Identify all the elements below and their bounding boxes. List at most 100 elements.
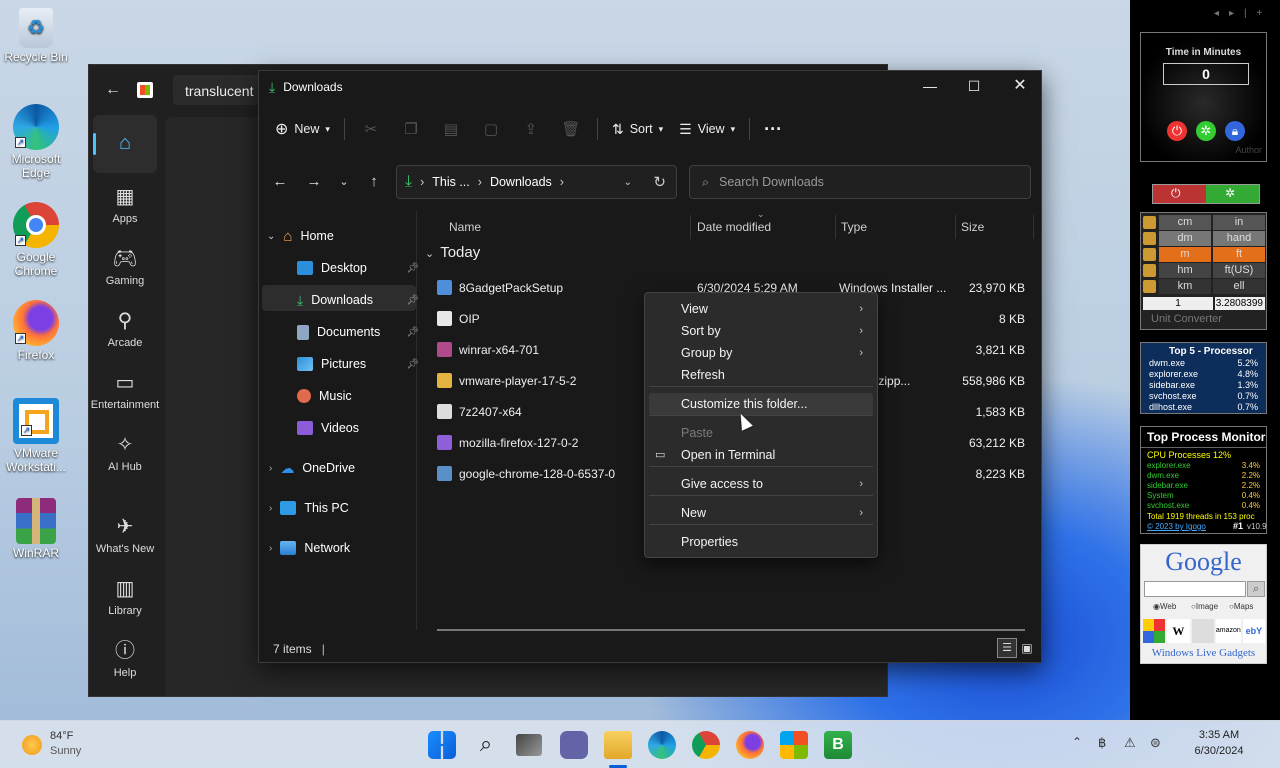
power-icon[interactable]: ⏻ xyxy=(1167,121,1187,141)
column-header-size[interactable]: Size xyxy=(961,215,984,239)
top-process-monitor-gadget[interactable]: Top Process Monitor CPU Processes 12% ex… xyxy=(1140,426,1267,534)
tray-app-icon[interactable]: ฿ xyxy=(1098,735,1106,751)
close-button[interactable]: ✕ xyxy=(997,71,1043,103)
menu-item-group-by[interactable]: Group by › xyxy=(649,342,873,364)
chrome-icon[interactable] xyxy=(692,731,720,759)
desktop-icon-recycle-bin[interactable]: ♻ Recycle Bin xyxy=(4,8,68,64)
converter-unit-from[interactable]: cm xyxy=(1159,215,1211,230)
sort-button[interactable]: ⇅ Sort ▾ xyxy=(604,113,671,145)
meet-icon[interactable] xyxy=(560,731,588,759)
sidebar-item-music[interactable]: Music xyxy=(297,383,352,409)
tray-chevron-icon[interactable]: ⌃ xyxy=(1072,735,1082,749)
sidebar-item-home[interactable]: ⌄ ⌂ Home xyxy=(267,223,334,249)
sidebar-item-network[interactable]: › Network xyxy=(269,535,350,561)
power-bar-gadget[interactable]: ⏻ ✲ xyxy=(1152,184,1260,204)
weather-temp[interactable]: 84°F xyxy=(50,730,73,742)
converter-output[interactable]: 3.2808399 xyxy=(1215,297,1265,310)
task-view-icon[interactable] xyxy=(516,734,542,756)
store-icon[interactable] xyxy=(780,731,808,759)
tray-notify-icon[interactable]: ⚠ xyxy=(1124,735,1136,751)
desktop-icon-vmware[interactable]: ↗ VMware Workstati... xyxy=(4,398,68,474)
converter-unit-to[interactable]: in xyxy=(1213,215,1265,230)
sidebar-item-documents[interactable]: Documents 📌︎ xyxy=(297,319,419,345)
address-bar[interactable]: ⤓ › This ... › Downloads › ⌄ ↻ xyxy=(396,165,677,199)
sidebar-item-pictures[interactable]: Pictures 📌︎ xyxy=(297,351,419,377)
restart-icon[interactable]: ✲ xyxy=(1196,121,1216,141)
google-search-gadget[interactable]: Google ⌕ ◉Web ○Image ○Maps W amazon ebY … xyxy=(1140,544,1267,664)
google-search-input[interactable] xyxy=(1144,581,1246,597)
desktop-icon-winrar[interactable]: WinRAR xyxy=(4,498,68,560)
sidebar-item-videos[interactable]: Videos xyxy=(297,415,359,441)
rail-item-whats-new[interactable]: ✈ What's New xyxy=(89,515,161,555)
converter-unit-from[interactable]: m xyxy=(1159,247,1211,262)
google-option-image[interactable]: ○Image xyxy=(1191,602,1218,611)
maximize-button[interactable]: ☐ xyxy=(951,71,997,103)
rail-item-home[interactable]: ⌂ xyxy=(93,115,157,173)
copy-icon[interactable]: ❐ xyxy=(391,113,431,145)
column-header-name[interactable]: Name xyxy=(449,215,481,239)
address-dropdown-icon[interactable]: ⌄ xyxy=(624,177,632,188)
clock-time[interactable]: 3:35 AM xyxy=(1184,729,1254,741)
recent-chevron-icon[interactable]: ⌄ xyxy=(333,171,355,193)
back-arrow-icon[interactable]: ← xyxy=(269,171,291,193)
menu-item-paste[interactable]: Paste xyxy=(649,422,873,444)
menu-item-sort-by[interactable]: Sort by › xyxy=(649,320,873,342)
weather-condition[interactable]: Sunny xyxy=(50,745,81,757)
store-search-box[interactable]: translucent xyxy=(173,75,263,105)
share-icon[interactable]: ⇪ xyxy=(511,113,551,145)
desktop-icon-firefox[interactable]: ↗ Firefox xyxy=(4,300,68,362)
rail-item-arcade[interactable]: ⚲ Arcade xyxy=(89,309,161,349)
desktop-icon-edge[interactable]: ↗ Microsoft Edge xyxy=(4,104,68,180)
tpm-credit-link[interactable]: © 2023 by Igogo xyxy=(1147,522,1206,531)
youtube-icon[interactable] xyxy=(1191,619,1214,643)
paste-icon[interactable]: ▤ xyxy=(431,113,471,145)
menu-item-open-in-terminal[interactable]: ▭ Open in Terminal xyxy=(649,444,873,466)
group-header-today[interactable]: ⌄ Today xyxy=(425,244,480,261)
menu-item-view[interactable]: View › xyxy=(649,298,873,320)
rail-item-help[interactable]: ⓘ Help xyxy=(89,639,161,679)
sun-icon[interactable] xyxy=(22,735,42,755)
converter-unit-from[interactable]: hm xyxy=(1159,263,1211,278)
converter-unit-from[interactable]: dm xyxy=(1159,231,1211,246)
breadcrumb-this-pc[interactable]: This ... xyxy=(432,175,470,189)
details-view-icon[interactable]: ☰ xyxy=(997,638,1017,658)
breadcrumb-downloads[interactable]: Downloads xyxy=(490,175,552,189)
rail-item-apps[interactable]: ▦ Apps xyxy=(89,185,161,225)
ebay-icon[interactable]: ebY xyxy=(1242,619,1266,643)
menu-item-refresh[interactable]: Refresh xyxy=(649,364,873,386)
new-button[interactable]: ⊕ New ▾ xyxy=(267,113,338,145)
google-option-maps[interactable]: ○Maps xyxy=(1229,602,1253,611)
desktop-icon-chrome[interactable]: ↗ Google Chrome xyxy=(4,202,68,278)
google-option-web[interactable]: ◉Web xyxy=(1153,602,1176,611)
unit-category-icon[interactable] xyxy=(1143,280,1156,293)
search-icon[interactable]: ⌕ xyxy=(472,731,500,759)
refresh-icon[interactable]: ↻ xyxy=(653,173,666,191)
timer-gadget[interactable]: Time in Minutes 0 ⏻ ✲ 🔒︎ Author xyxy=(1140,32,1267,162)
minimize-button[interactable]: — xyxy=(907,71,953,103)
converter-unit-to[interactable]: ell xyxy=(1213,279,1265,294)
unit-category-icon[interactable] xyxy=(1143,216,1156,229)
column-header-type[interactable]: Type xyxy=(841,215,867,239)
cut-icon[interactable]: ✂ xyxy=(351,113,391,145)
menu-item-customize-this-folder[interactable]: Customize this folder... xyxy=(649,393,873,415)
sidebar-nav[interactable]: ◂▸|+ xyxy=(1214,8,1272,19)
power-icon[interactable]: ⏻ xyxy=(1171,186,1181,201)
forward-arrow-icon[interactable]: → xyxy=(303,171,325,193)
google-footer-link[interactable]: Windows Live Gadgets xyxy=(1141,647,1266,659)
lock-icon[interactable]: 🔒︎ xyxy=(1225,121,1245,141)
unit-category-icon[interactable] xyxy=(1143,264,1156,277)
menu-item-new[interactable]: New › xyxy=(649,502,873,524)
tiles-view-icon[interactable]: ▣ xyxy=(1017,638,1037,658)
search-input[interactable]: ⌕ Search Downloads xyxy=(689,165,1031,199)
sidebar-item-downloads[interactable]: ⤓ Downloads 📌︎ xyxy=(297,287,419,313)
unit-category-icon[interactable] xyxy=(1143,248,1156,261)
back-arrow-icon[interactable]: ← xyxy=(105,81,121,99)
rail-item-library[interactable]: ▥ Library xyxy=(89,577,161,617)
converter-unit-to[interactable]: ft(US) xyxy=(1213,263,1265,278)
restart-icon[interactable]: ✲ xyxy=(1225,186,1235,200)
rail-item-ai-hub[interactable]: ✧ AI Hub xyxy=(89,433,161,473)
timer-input[interactable]: 0 xyxy=(1163,63,1249,85)
clock-date[interactable]: 6/30/2024 xyxy=(1180,745,1258,757)
rail-item-entertainment[interactable]: ▭ Entertainment xyxy=(89,371,161,411)
converter-unit-from[interactable]: km xyxy=(1159,279,1211,294)
